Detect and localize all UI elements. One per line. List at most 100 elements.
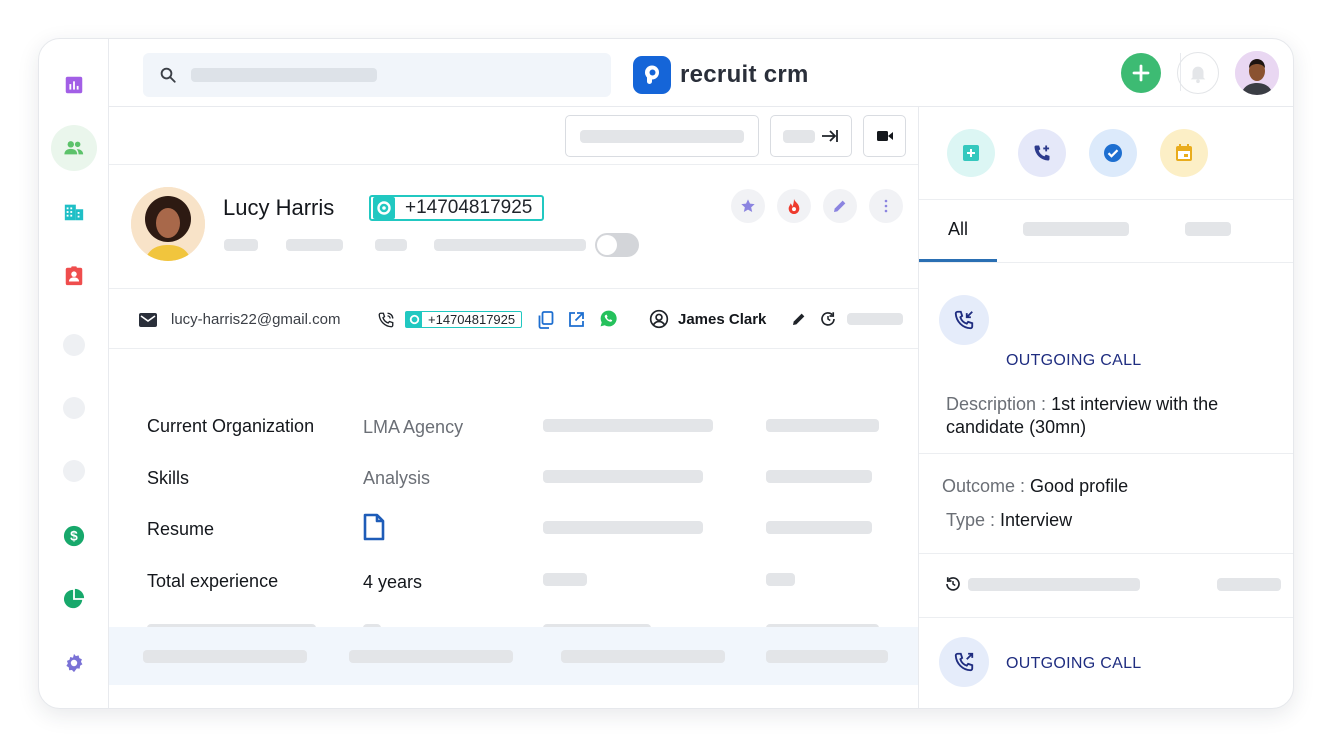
mail-icon <box>139 312 157 327</box>
activity-divider <box>919 453 1293 454</box>
candidate-phone: +14704817925 <box>405 197 533 218</box>
outgoing-call-icon <box>954 652 974 672</box>
external-link-icon[interactable] <box>568 311 585 328</box>
hot-candidate-button[interactable] <box>777 189 811 223</box>
candidate-owner[interactable]: James Clark <box>649 309 766 329</box>
activity-divider <box>919 553 1293 554</box>
sidebar-item-billing[interactable]: $ <box>51 513 97 559</box>
tab-placeholder[interactable] <box>1185 222 1231 236</box>
activity-description-label: Description : <box>946 394 1047 414</box>
app-window: $ recruit crm Lucy Harris +14704817925 l… <box>38 38 1294 709</box>
whatsapp-icon[interactable] <box>599 309 618 328</box>
history-icon <box>946 577 960 591</box>
document-icon[interactable] <box>363 513 385 541</box>
video-camera-icon <box>876 131 893 141</box>
log-call-button[interactable] <box>1018 129 1066 177</box>
detail-label: Skills <box>147 468 190 488</box>
favorite-button[interactable] <box>731 189 765 223</box>
search-icon <box>160 67 176 83</box>
add-button[interactable] <box>1121 53 1161 93</box>
candidate-avatar <box>131 187 205 261</box>
footer-placeholder <box>143 650 307 663</box>
candidate-phone-badge[interactable]: +14704817925 <box>369 195 545 221</box>
toolbar-action-button[interactable] <box>565 115 759 157</box>
profile-meta-placeholder <box>434 239 586 251</box>
detail-value-experience: 4 years <box>363 572 423 592</box>
tab-placeholder[interactable] <box>1023 222 1129 236</box>
sidebar-placeholder-item[interactable] <box>63 334 85 356</box>
activity-title[interactable]: OUTGOING CALL <box>1006 655 1141 673</box>
user-avatar[interactable] <box>1235 51 1279 95</box>
sidebar-item-analytics[interactable] <box>51 576 97 622</box>
activity-title[interactable]: OUTGOING CALL <box>1006 352 1141 370</box>
contact-card-icon <box>65 266 83 286</box>
star-icon <box>741 199 755 212</box>
pencil-icon[interactable] <box>791 311 807 327</box>
sidebar-item-candidates[interactable] <box>51 125 97 171</box>
candidate-panel: Lucy Harris +14704817925 lucy-harris22@g… <box>109 107 919 708</box>
sidebar-item-settings[interactable] <box>51 640 97 686</box>
detail-placeholder <box>543 573 587 586</box>
more-options-button[interactable] <box>869 189 903 223</box>
detail-label: Total experience <box>147 571 279 591</box>
add-task-button[interactable] <box>1089 129 1137 177</box>
toolbar-button-label-placeholder <box>783 129 815 143</box>
sidebar-placeholder-item[interactable] <box>63 460 85 482</box>
add-note-button[interactable] <box>947 129 995 177</box>
user-circle-icon <box>649 309 669 329</box>
activity-call-icon <box>939 295 989 345</box>
profile-meta-placeholder <box>375 239 407 251</box>
sidebar-placeholder-item[interactable] <box>63 397 85 419</box>
activity-outcome: Outcome : Good profile <box>942 475 1128 498</box>
phone-plus-icon <box>1034 145 1050 161</box>
pie-chart-icon <box>63 588 85 609</box>
candidate-toolbar <box>109 107 918 165</box>
people-icon <box>64 141 84 155</box>
candidate-contact-bar: lucy-harris22@gmail.com +14704817925 Jam… <box>109 289 918 349</box>
kebab-menu-icon <box>884 199 888 213</box>
candidate-email[interactable]: lucy-harris22@gmail.com <box>139 311 340 328</box>
settings-icon <box>66 653 83 673</box>
candidate-toggle[interactable] <box>595 233 639 257</box>
activity-call-icon <box>939 637 989 687</box>
top-bar: recruit crm <box>109 39 1293 107</box>
edit-candidate-button[interactable] <box>823 189 857 223</box>
next-candidate-button[interactable] <box>770 115 852 157</box>
video-call-button[interactable] <box>863 115 906 157</box>
phone-call-icon <box>378 312 394 328</box>
sidebar-item-reports[interactable] <box>51 62 97 108</box>
detail-placeholder <box>543 470 703 483</box>
sidebar-item-contacts[interactable] <box>51 253 97 299</box>
activity-tabs: All <box>919 199 1293 263</box>
add-note-icon <box>963 145 979 161</box>
pencil-icon <box>834 200 846 212</box>
sidebar-item-companies[interactable] <box>51 189 97 235</box>
detail-label: Resume <box>147 519 215 539</box>
fire-icon <box>788 198 800 214</box>
brand-logo: recruit crm <box>633 56 809 94</box>
detail-placeholder <box>766 470 872 483</box>
brand-name: recruit crm <box>680 61 809 88</box>
details-footer-row <box>109 627 918 685</box>
activity-outcome-text: Good profile <box>1030 476 1129 496</box>
dollar-icon: $ <box>63 525 85 547</box>
notifications-button[interactable] <box>1177 52 1219 94</box>
calendar-icon <box>1176 144 1192 161</box>
refresh-icon[interactable] <box>819 310 837 328</box>
sidebar: $ <box>39 39 109 708</box>
detail-placeholder <box>766 573 795 586</box>
candidate-profile-header: Lucy Harris +14704817925 <box>109 165 918 289</box>
activity-outcome-label: Outcome : <box>942 476 1026 496</box>
activity-panel: All OUTGOING CALL Description : 1st inte… <box>919 107 1293 708</box>
search-input[interactable] <box>143 53 611 97</box>
copy-icon[interactable] <box>538 311 554 329</box>
detail-placeholder <box>543 419 713 432</box>
detail-label: Current Organization <box>147 416 315 436</box>
candidate-phone-small[interactable]: +14704817925 <box>405 311 523 328</box>
profile-meta-placeholder <box>224 239 258 251</box>
schedule-meeting-button[interactable] <box>1160 129 1208 177</box>
building-icon <box>64 204 84 221</box>
detail-value-organization: LMA Agency <box>363 417 464 437</box>
search-placeholder <box>191 68 377 82</box>
tab-all[interactable]: All <box>919 200 997 262</box>
